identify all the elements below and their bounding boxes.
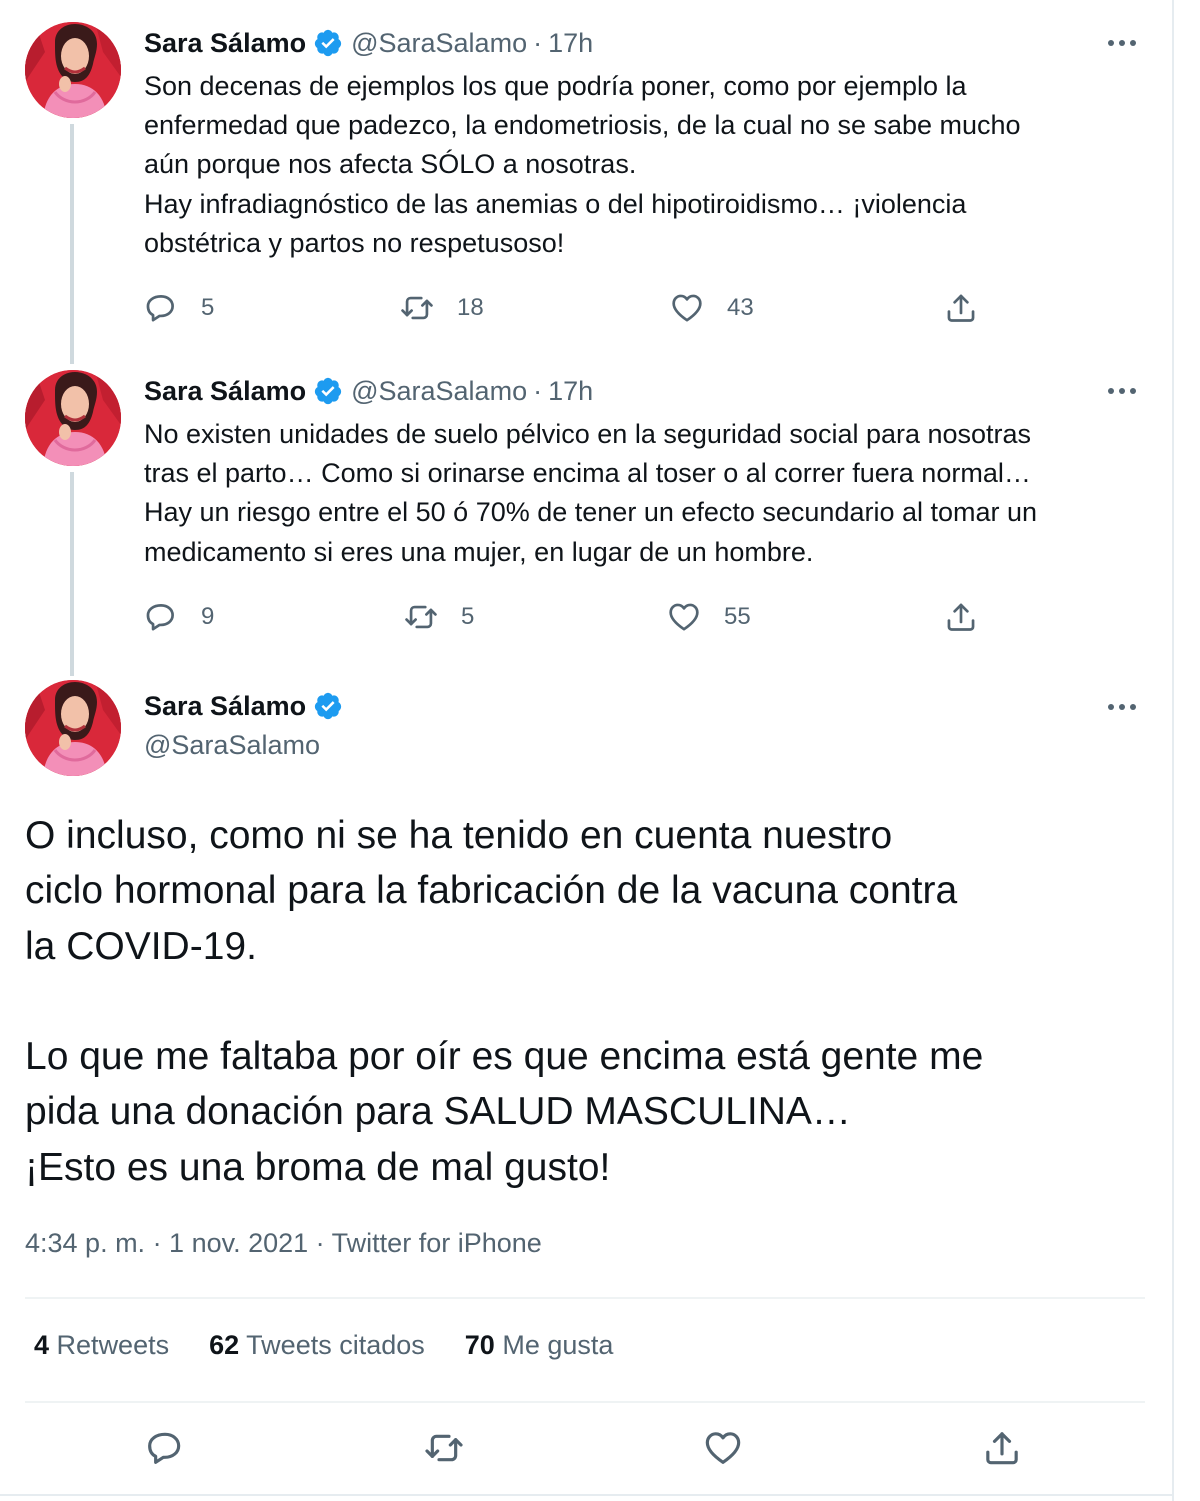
likes-label: Me gusta: [502, 1330, 614, 1360]
share-icon: [982, 1428, 1022, 1468]
tweet-time[interactable]: 17h: [548, 28, 593, 59]
like-button[interactable]: 55: [667, 600, 751, 634]
retweet-count: 5: [461, 603, 475, 630]
avatar-image: [25, 22, 121, 118]
author-name[interactable]: Sara Sálamo: [144, 376, 306, 407]
share-icon: [944, 600, 978, 634]
author-handle[interactable]: @SaraSalamo: [351, 28, 527, 59]
frame-border-bottom: [0, 1494, 1174, 1496]
quotes-label: Tweets citados: [246, 1330, 425, 1360]
reply-icon: [145, 1428, 185, 1468]
quotes-count: 62: [209, 1330, 240, 1360]
reply-button[interactable]: 9: [144, 600, 214, 634]
like-count: 43: [727, 294, 754, 321]
reply-count: 9: [201, 603, 215, 630]
retweet-button[interactable]: [424, 1428, 464, 1468]
author-name[interactable]: Sara Sálamo: [144, 28, 306, 59]
reply-button[interactable]: [145, 1428, 185, 1468]
thread-line: [70, 124, 74, 364]
share-icon: [944, 291, 978, 325]
tweet-header: Sara Sálamo: [144, 689, 351, 723]
reply-button[interactable]: 5: [144, 291, 214, 325]
heart-icon: [667, 600, 701, 634]
share-button[interactable]: [982, 1428, 1022, 1468]
thread-line: [70, 472, 74, 676]
verified-badge-icon: [313, 28, 343, 58]
retweets-label: Retweets: [56, 1330, 170, 1360]
retweet-icon: [400, 291, 434, 325]
engagement-stats: 4 Retweets 62 Tweets citados 70 Me gusta: [34, 1330, 613, 1361]
reply-count: 5: [201, 294, 215, 321]
likes-stat[interactable]: 70 Me gusta: [465, 1330, 614, 1361]
tweet-time[interactable]: 17h: [548, 376, 593, 407]
retweet-icon: [404, 600, 438, 634]
heart-icon: [703, 1428, 743, 1468]
main-tweet-text: O incluso, como ni se ha tenido en cuent…: [25, 814, 984, 1189]
tweet-header: Sara Sálamo @SaraSalamo · 17h: [144, 26, 593, 60]
author-handle[interactable]: @SaraSalamo: [144, 730, 320, 761]
like-button[interactable]: 43: [670, 291, 754, 325]
retweets-stat[interactable]: 4 Retweets: [34, 1330, 169, 1361]
retweet-button[interactable]: 5: [404, 600, 474, 634]
tweet-text: Son decenas de ejemplos los que podría p…: [144, 71, 1021, 258]
verified-badge-icon: [313, 376, 343, 406]
separator-dot: ·: [533, 375, 543, 406]
tweet-text: No existen unidades de suelo pélvico en …: [144, 419, 1038, 567]
likes-count: 70: [464, 1330, 495, 1360]
quote-tweets-stat[interactable]: 62 Tweets citados: [209, 1330, 425, 1361]
retweet-button[interactable]: 18: [400, 291, 484, 325]
like-count: 55: [724, 603, 751, 630]
reply-icon: [144, 291, 178, 325]
author-name[interactable]: Sara Sálamo: [144, 691, 306, 722]
avatar[interactable]: [25, 22, 121, 118]
reply-icon: [144, 600, 178, 634]
divider: [25, 1297, 1145, 1299]
avatar-image: [25, 680, 121, 776]
divider: [25, 1401, 1145, 1403]
tweet-header: Sara Sálamo @SaraSalamo · 17h: [144, 374, 593, 408]
frame-border-right: [1172, 0, 1174, 1501]
avatar[interactable]: [25, 680, 121, 776]
more-icon[interactable]: [1100, 697, 1144, 717]
retweet-icon: [424, 1428, 464, 1468]
heart-icon: [670, 291, 704, 325]
tweet-timestamp[interactable]: 4:34 p. m. · 1 nov. 2021 · Twitter for i…: [25, 1228, 542, 1259]
avatar[interactable]: [25, 370, 121, 466]
separator-dot: ·: [533, 27, 543, 58]
share-button[interactable]: [944, 600, 978, 634]
more-icon[interactable]: [1100, 33, 1144, 53]
author-handle[interactable]: @SaraSalamo: [351, 376, 527, 407]
share-button[interactable]: [944, 291, 978, 325]
more-icon[interactable]: [1100, 381, 1144, 401]
retweets-count: 4: [34, 1330, 50, 1360]
verified-badge-icon: [313, 691, 343, 721]
retweet-count: 18: [457, 294, 484, 321]
like-button[interactable]: [703, 1428, 743, 1468]
avatar-image: [25, 370, 121, 466]
